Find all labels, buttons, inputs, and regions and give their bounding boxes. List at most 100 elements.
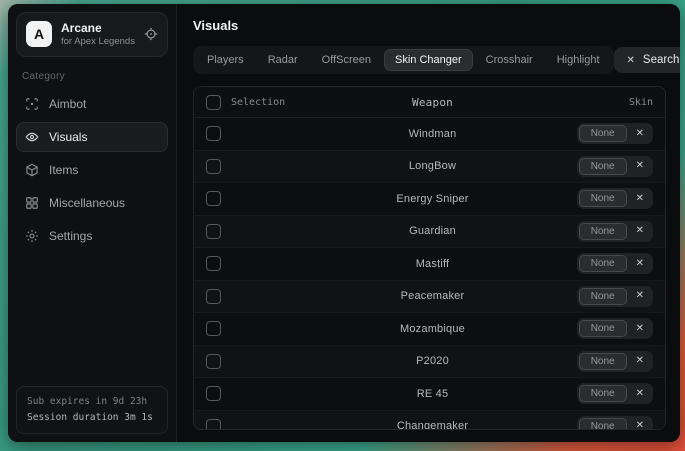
brand-text: Arcane for Apex Legends [61, 21, 135, 48]
app-name: Arcane [61, 21, 135, 36]
sub-expiry-text: Sub expires in 9d 23h [27, 394, 157, 410]
header-weapon: Weapon [324, 96, 541, 109]
clear-skin-icon[interactable]: ✕ [636, 389, 644, 399]
row-checkbox[interactable] [206, 386, 221, 401]
skin-selector[interactable]: None ✕ [577, 351, 653, 372]
skin-selector[interactable]: None ✕ [577, 286, 653, 307]
clear-skin-icon[interactable]: ✕ [636, 421, 644, 430]
main-panel: Visuals Players Radar OffScreen Skin Cha… [177, 4, 680, 442]
skin-value[interactable]: None [579, 385, 627, 402]
row-checkbox[interactable] [206, 321, 221, 336]
table-row: Peacemaker None ✕ [194, 281, 665, 314]
table-row: Guardian None ✕ [194, 216, 665, 249]
row-checkbox[interactable] [206, 159, 221, 174]
search-icon: ✕ [627, 55, 635, 66]
sidebar-item-label: Settings [49, 229, 92, 243]
search-button-label: Search [643, 54, 679, 66]
gear-icon [25, 229, 39, 243]
clear-skin-icon[interactable]: ✕ [636, 194, 644, 204]
clear-skin-icon[interactable]: ✕ [636, 226, 644, 236]
skin-selector[interactable]: None ✕ [577, 221, 653, 242]
session-info: Sub expires in 9d 23h Session duration 3… [16, 386, 168, 434]
weapon-name: Mastiff [324, 258, 541, 270]
table-header: Selection Weapon Skin [194, 87, 665, 118]
search-button[interactable]: ✕ Search [614, 47, 680, 73]
weapon-name: LongBow [324, 160, 541, 172]
session-duration-text: Session duration 3m 1s [27, 410, 157, 426]
clear-skin-icon[interactable]: ✕ [636, 324, 644, 334]
skin-selector[interactable]: None ✕ [577, 253, 653, 274]
sidebar-item-label: Aimbot [49, 97, 86, 111]
crosshair-icon [25, 97, 39, 111]
clear-skin-icon[interactable]: ✕ [636, 259, 644, 269]
skin-value[interactable]: None [579, 418, 627, 430]
skin-value[interactable]: None [579, 125, 627, 142]
clear-skin-icon[interactable]: ✕ [636, 291, 644, 301]
skin-selector[interactable]: None ✕ [577, 416, 653, 430]
tab-radar[interactable]: Radar [257, 49, 309, 71]
row-checkbox[interactable] [206, 224, 221, 239]
row-checkbox[interactable] [206, 126, 221, 141]
skin-value[interactable]: None [579, 158, 627, 175]
weapon-name: Changemaker [324, 420, 541, 430]
weapon-name: Peacemaker [324, 290, 541, 302]
row-checkbox[interactable] [206, 256, 221, 271]
cube-icon [25, 163, 39, 177]
header-skin: Skin [541, 97, 653, 108]
skin-value[interactable]: None [579, 223, 627, 240]
table-row: RE 45 None ✕ [194, 378, 665, 411]
sidebar-item-miscellaneous[interactable]: Miscellaneous [16, 188, 168, 218]
tab-skin-changer[interactable]: Skin Changer [384, 49, 473, 71]
sidebar: A Arcane for Apex Legends Category [8, 4, 177, 442]
table-row: Windman None ✕ [194, 118, 665, 151]
sidebar-nav: Aimbot Visuals [8, 89, 176, 251]
tab-players[interactable]: Players [196, 49, 255, 71]
tab-highlight[interactable]: Highlight [546, 49, 611, 71]
category-label: Category [22, 71, 162, 82]
sidebar-item-label: Visuals [49, 130, 87, 144]
weapon-name: Energy Sniper [324, 193, 541, 205]
clear-skin-icon[interactable]: ✕ [636, 129, 644, 139]
skin-selector[interactable]: None ✕ [577, 123, 653, 144]
row-checkbox[interactable] [206, 354, 221, 369]
table-row: LongBow None ✕ [194, 151, 665, 184]
brand-card: A Arcane for Apex Legends [16, 12, 168, 57]
row-checkbox[interactable] [206, 289, 221, 304]
app-subtitle: for Apex Legends [61, 36, 135, 48]
weapon-name: RE 45 [324, 388, 541, 400]
table-row: Changemaker None ✕ [194, 411, 665, 431]
table-row: P2020 None ✕ [194, 346, 665, 379]
sidebar-item-aimbot[interactable]: Aimbot [16, 89, 168, 119]
skin-value[interactable]: None [579, 353, 627, 370]
weapon-name: Windman [324, 128, 541, 140]
skin-value[interactable]: None [579, 190, 627, 207]
eye-icon [25, 130, 39, 144]
sidebar-item-items[interactable]: Items [16, 155, 168, 185]
row-checkbox[interactable] [206, 191, 221, 206]
skin-selector[interactable]: None ✕ [577, 318, 653, 339]
sidebar-item-settings[interactable]: Settings [16, 221, 168, 251]
skin-value[interactable]: None [579, 255, 627, 272]
skin-value[interactable]: None [579, 320, 627, 337]
app-logo: A [26, 21, 52, 47]
grid-icon [25, 196, 39, 210]
tab-crosshair[interactable]: Crosshair [475, 49, 544, 71]
target-icon[interactable] [144, 27, 158, 41]
weapon-name: P2020 [324, 355, 541, 367]
select-all-checkbox[interactable] [206, 95, 221, 110]
row-checkbox[interactable] [206, 419, 221, 430]
skin-selector[interactable]: None ✕ [577, 383, 653, 404]
skin-value[interactable]: None [579, 288, 627, 305]
header-selection: Selection [231, 97, 285, 108]
tab-bar: Players Radar OffScreen Skin Changer Cro… [193, 46, 614, 74]
clear-skin-icon[interactable]: ✕ [636, 356, 644, 366]
table-row: Energy Sniper None ✕ [194, 183, 665, 216]
table-row: Mastiff None ✕ [194, 248, 665, 281]
page-title: Visuals [193, 18, 666, 33]
clear-skin-icon[interactable]: ✕ [636, 161, 644, 171]
table-row: Mozambique None ✕ [194, 313, 665, 346]
sidebar-item-visuals[interactable]: Visuals [16, 122, 168, 152]
skin-selector[interactable]: None ✕ [577, 156, 653, 177]
tab-offscreen[interactable]: OffScreen [311, 49, 382, 71]
skin-selector[interactable]: None ✕ [577, 188, 653, 209]
